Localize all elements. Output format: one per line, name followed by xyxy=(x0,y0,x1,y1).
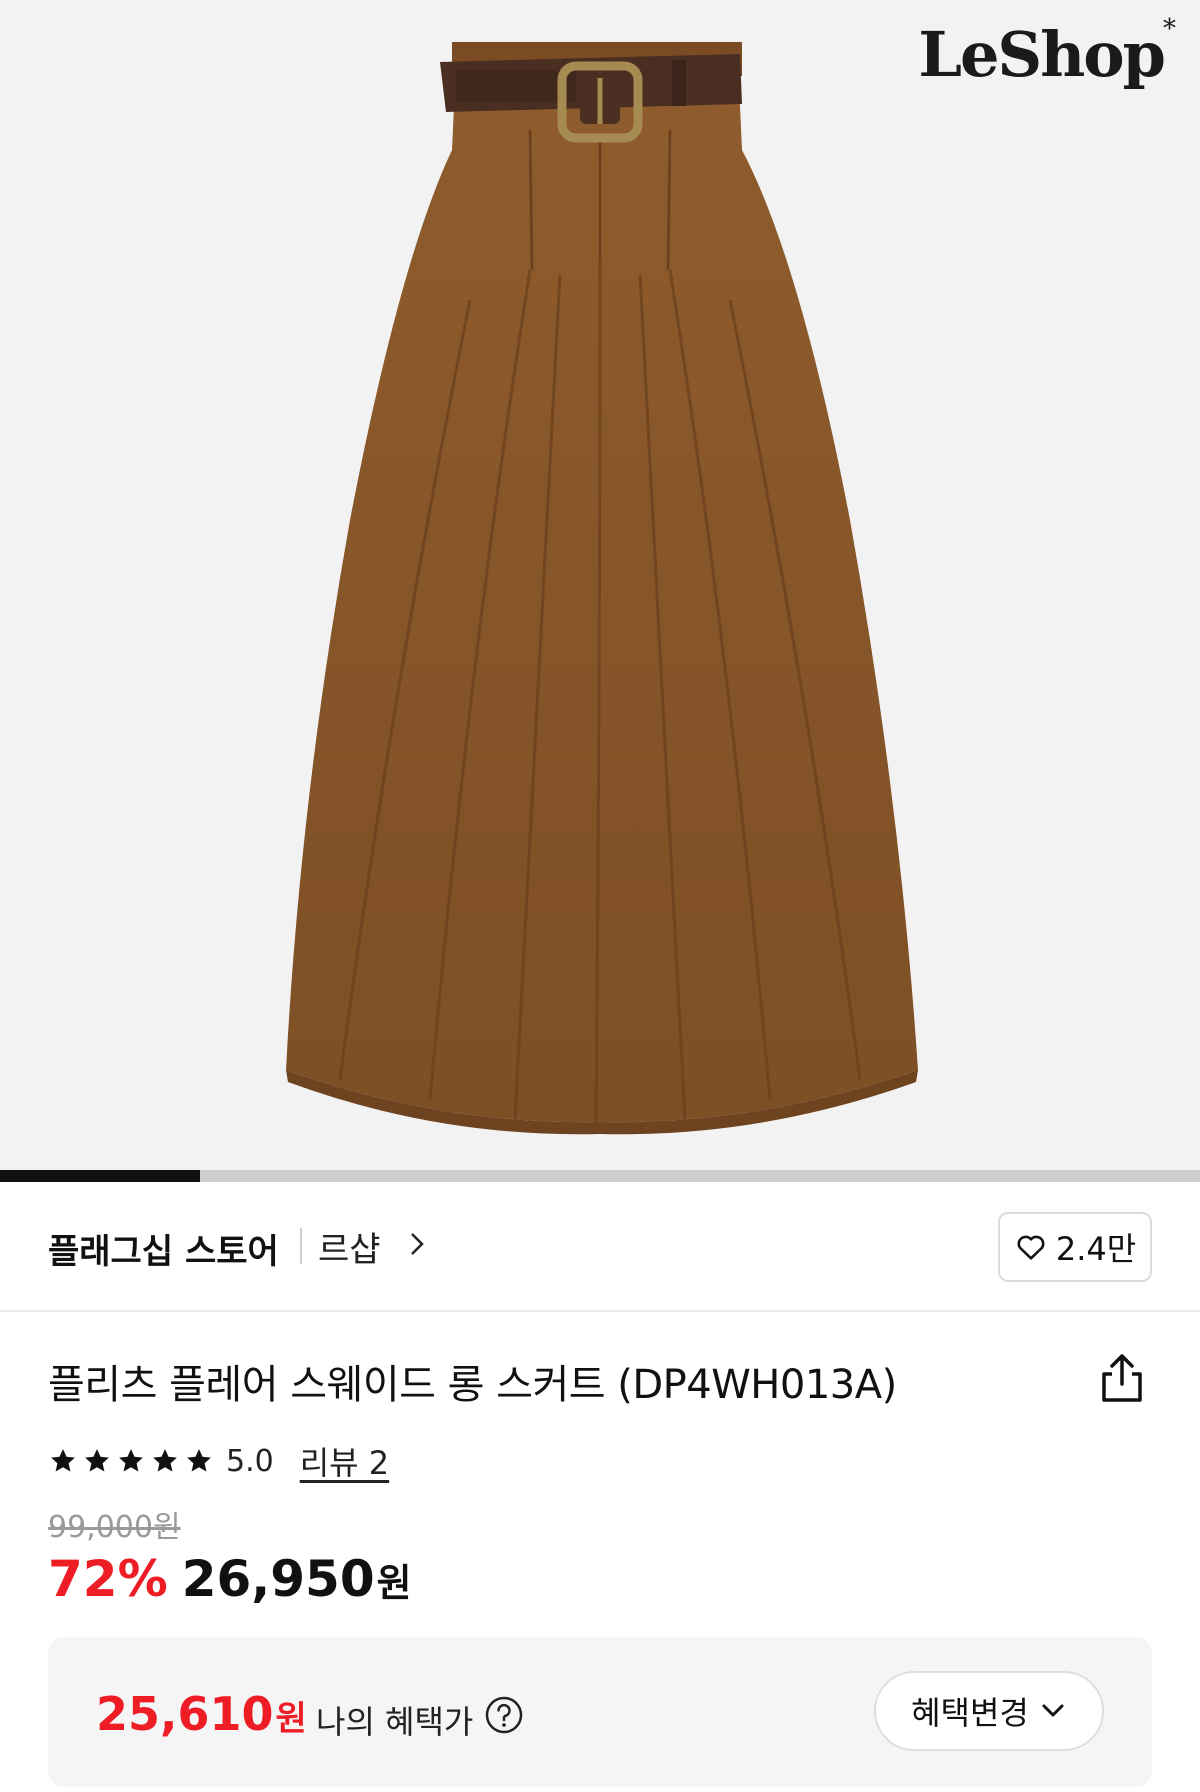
benefit-label: 나의 혜택가 xyxy=(316,1703,474,1741)
gallery-progress-fill xyxy=(0,1170,201,1182)
store-name-link[interactable]: 르샵 xyxy=(318,1222,381,1271)
store-row: 플래그십 스토어 르샵 2.4만 xyxy=(0,1182,1200,1312)
rating-stars xyxy=(48,1446,214,1476)
share-icon[interactable] xyxy=(1096,1350,1148,1406)
sale-price: 26,950 xyxy=(181,1550,375,1608)
benefit-price: 25,610 원 xyxy=(96,1687,307,1741)
brand-logo: LeShop * xyxy=(918,14,1176,91)
heart-icon xyxy=(1017,1235,1045,1260)
benefit-box: 25,610 원 나의 혜택가 혜택변경 xyxy=(48,1637,1152,1787)
benefit-price-unit: 원 xyxy=(275,1699,307,1739)
sale-price-unit: 원 xyxy=(376,1561,412,1605)
benefit-price-value: 25,610 xyxy=(96,1687,274,1741)
store-divider xyxy=(300,1228,302,1264)
product-title: 플리츠 플레어 스웨이드 롱 스커트 (DP4WH013A) xyxy=(48,1362,897,1408)
store-tag: 플래그십 스토어 xyxy=(48,1232,279,1272)
help-icon[interactable] xyxy=(484,1695,524,1735)
gallery-progress-bar xyxy=(0,1170,1200,1182)
rating-row: 5.0 리뷰 2 xyxy=(48,1438,389,1484)
discount-rate: 72% xyxy=(48,1550,168,1608)
product-image[interactable]: LeShop * xyxy=(0,0,1200,1170)
change-benefit-label: 혜택변경 xyxy=(911,1694,1029,1732)
price-row: 72% 26,950 원 xyxy=(48,1550,412,1608)
star-icon xyxy=(85,1449,109,1472)
skirt-illustration xyxy=(286,42,918,1135)
rating-score: 5.0 xyxy=(226,1443,274,1479)
chevron-down-icon xyxy=(1042,1704,1064,1717)
like-count: 2.4만 xyxy=(1055,1230,1137,1268)
chevron-right-icon[interactable] xyxy=(404,1226,430,1262)
like-button[interactable]: 2.4만 xyxy=(998,1212,1152,1282)
star-icon xyxy=(187,1449,211,1472)
review-link[interactable]: 리뷰 2 xyxy=(300,1438,389,1484)
original-price: 99,000원 xyxy=(48,1510,181,1545)
star-icon xyxy=(51,1449,75,1472)
star-icon xyxy=(119,1449,143,1472)
change-benefit-button[interactable]: 혜택변경 xyxy=(874,1671,1104,1751)
star-icon xyxy=(153,1449,177,1472)
